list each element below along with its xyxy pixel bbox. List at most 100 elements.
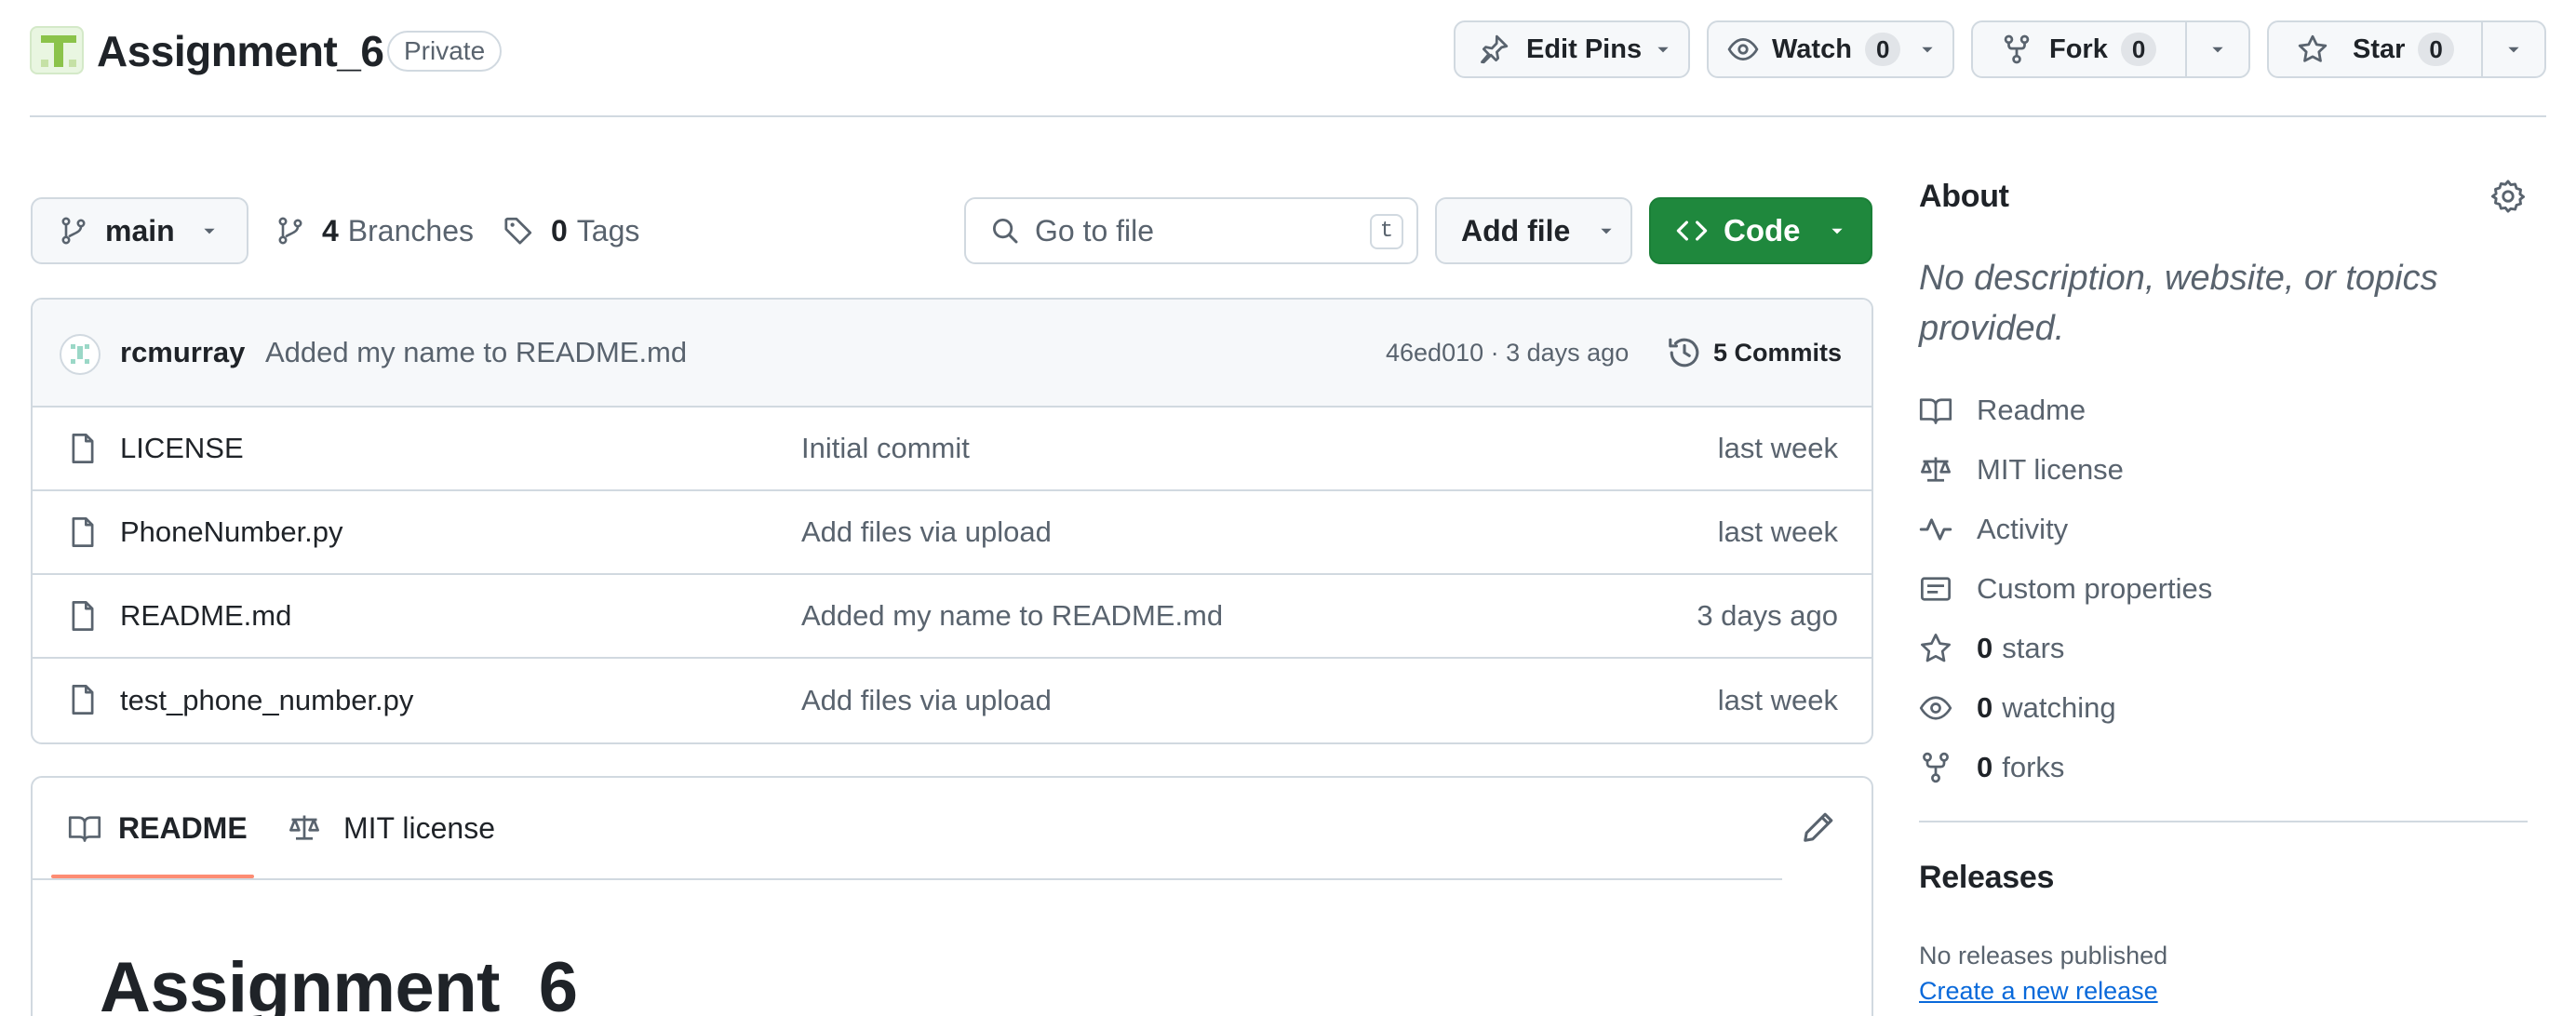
header-divider	[30, 115, 2546, 117]
branch-icon	[275, 216, 305, 246]
branch-selector[interactable]: main	[31, 197, 248, 264]
releases-title[interactable]: Releases	[1919, 860, 2054, 896]
add-file-label: Add file	[1461, 213, 1571, 247]
add-file-button[interactable]: Add file	[1435, 197, 1632, 264]
commit-author[interactable]: rcmurray	[120, 336, 245, 369]
repo-name[interactable]: Assignment_6	[97, 24, 384, 78]
star-button[interactable]: Star 0	[2267, 20, 2546, 78]
fork-button[interactable]: Fork 0	[1971, 20, 2250, 78]
table-row[interactable]: README.md Added my name to README.md 3 day…	[33, 575, 1872, 659]
latest-commit-bar: rcmurray Added my name to README.md 46ed…	[33, 300, 1872, 408]
eye-icon	[1727, 33, 1759, 65]
triangle-down-icon	[1655, 41, 1671, 58]
triangle-down-icon[interactable]	[1919, 41, 1936, 58]
readme-panel: README MIT license Assignment_6	[31, 776, 1873, 1016]
commits-link[interactable]: 5 Commits	[1713, 339, 1842, 368]
file-commit-message[interactable]: Initial commit	[801, 432, 970, 465]
tab-readme[interactable]: README	[68, 778, 248, 878]
sidebar-item-forks[interactable]: 0 forks	[1919, 744, 2064, 791]
file-commit-message[interactable]: Add files via upload	[801, 515, 1052, 549]
pulse-icon	[1919, 513, 1956, 546]
sidebar-item-license[interactable]: MIT license	[1919, 447, 2124, 493]
forks-label: forks	[2002, 751, 2065, 783]
sidebar-item-label: MIT license	[1977, 453, 2124, 486]
sidebar-item-readme[interactable]: Readme	[1919, 387, 2086, 434]
stars-label: stars	[2002, 632, 2065, 664]
avatar[interactable]	[59, 333, 101, 376]
edit-pins-button[interactable]: Edit Pins	[1454, 20, 1690, 78]
file-commit-message[interactable]: Added my name to README.md	[801, 599, 1223, 633]
table-row[interactable]: LICENSE Initial commit last week	[33, 408, 1872, 491]
forks-count: 0	[1977, 751, 1993, 783]
branches-label: Branches	[347, 213, 474, 247]
fork-icon	[2001, 33, 2033, 65]
tags-link[interactable]: 0 Tags	[503, 207, 639, 255]
sidebar-item-watching[interactable]: 0 watching	[1919, 685, 2116, 731]
triangle-down-icon	[201, 222, 218, 239]
file-date: last week	[1717, 684, 1838, 716]
star-label: Star	[2353, 33, 2406, 64]
pencil-icon[interactable]	[1801, 809, 1836, 845]
tags-count: 0	[551, 213, 568, 247]
file-name[interactable]: README.md	[120, 599, 291, 633]
sidebar-item-label: Custom properties	[1977, 572, 2213, 605]
file-icon	[66, 683, 100, 716]
triangle-down-icon	[1598, 222, 1615, 239]
shortcut-key: t	[1370, 214, 1403, 249]
go-to-file-input[interactable]: Go to file t	[964, 197, 1418, 264]
commit-hash-time[interactable]: 46ed010 · 3 days ago	[1386, 339, 1629, 368]
file-name[interactable]: LICENSE	[120, 432, 244, 465]
edit-pins-label: Edit Pins	[1526, 33, 1643, 64]
code-icon	[1675, 214, 1709, 247]
search-icon	[990, 216, 1020, 246]
create-release-link[interactable]: Create a new release	[1919, 977, 2158, 1006]
star-icon	[2297, 33, 2328, 65]
file-icon	[66, 432, 100, 465]
code-label: Code	[1724, 213, 1801, 247]
pin-icon	[1478, 33, 1509, 65]
watch-button[interactable]: Watch 0	[1707, 20, 1954, 78]
note-icon	[1919, 572, 1956, 606]
tag-icon	[503, 215, 534, 247]
star-icon	[1919, 632, 1956, 665]
sidebar-divider	[1919, 821, 2528, 822]
readme-tabs: README MIT license	[33, 778, 1872, 880]
fork-icon	[1919, 751, 1956, 784]
file-commit-message[interactable]: Add files via upload	[801, 684, 1052, 717]
file-date: last week	[1717, 432, 1838, 464]
tags-label: Tags	[576, 213, 640, 247]
fork-dropdown[interactable]	[2187, 22, 2226, 76]
table-row[interactable]: PhoneNumber.py Add files via upload last w…	[33, 491, 1872, 575]
sidebar-item-label: Readme	[1977, 394, 2086, 426]
fork-label: Fork	[2049, 33, 2108, 64]
gear-icon[interactable]	[2490, 179, 2526, 214]
file-name[interactable]: test_phone_number.py	[120, 684, 413, 717]
star-dropdown[interactable]	[2483, 22, 2522, 76]
star-count: 0	[2418, 33, 2454, 66]
watching-count: 0	[1977, 691, 1993, 724]
law-icon	[1919, 453, 1956, 487]
file-name[interactable]: PhoneNumber.py	[120, 515, 343, 549]
fork-count: 0	[2120, 33, 2157, 66]
sidebar-item-custom-properties[interactable]: Custom properties	[1919, 566, 2212, 612]
triangle-down-icon	[2505, 41, 2522, 58]
sidebar-item-stars[interactable]: 0 stars	[1919, 625, 2064, 672]
visibility-badge: Private	[387, 31, 503, 72]
file-icon	[66, 515, 100, 549]
file-date: last week	[1717, 515, 1838, 548]
branches-link[interactable]: 4 Branches	[275, 207, 474, 255]
watching-label: watching	[2002, 691, 2116, 724]
file-browser: rcmurray Added my name to README.md 46ed…	[31, 298, 1873, 744]
code-button[interactable]: Code	[1649, 197, 1872, 264]
tab-license[interactable]: MIT license	[288, 778, 495, 878]
tab-readme-label: README	[118, 810, 248, 845]
go-to-file-placeholder: Go to file	[1035, 213, 1155, 247]
book-icon	[1919, 394, 1956, 427]
sidebar-item-activity[interactable]: Activity	[1919, 506, 2068, 553]
repo-avatar	[30, 26, 84, 74]
commit-message[interactable]: Added my name to README.md	[265, 336, 687, 369]
file-date: 3 days ago	[1697, 599, 1838, 632]
file-icon	[66, 599, 100, 633]
watch-count: 0	[1864, 33, 1901, 66]
table-row[interactable]: test_phone_number.py Add files via upload…	[33, 659, 1872, 742]
